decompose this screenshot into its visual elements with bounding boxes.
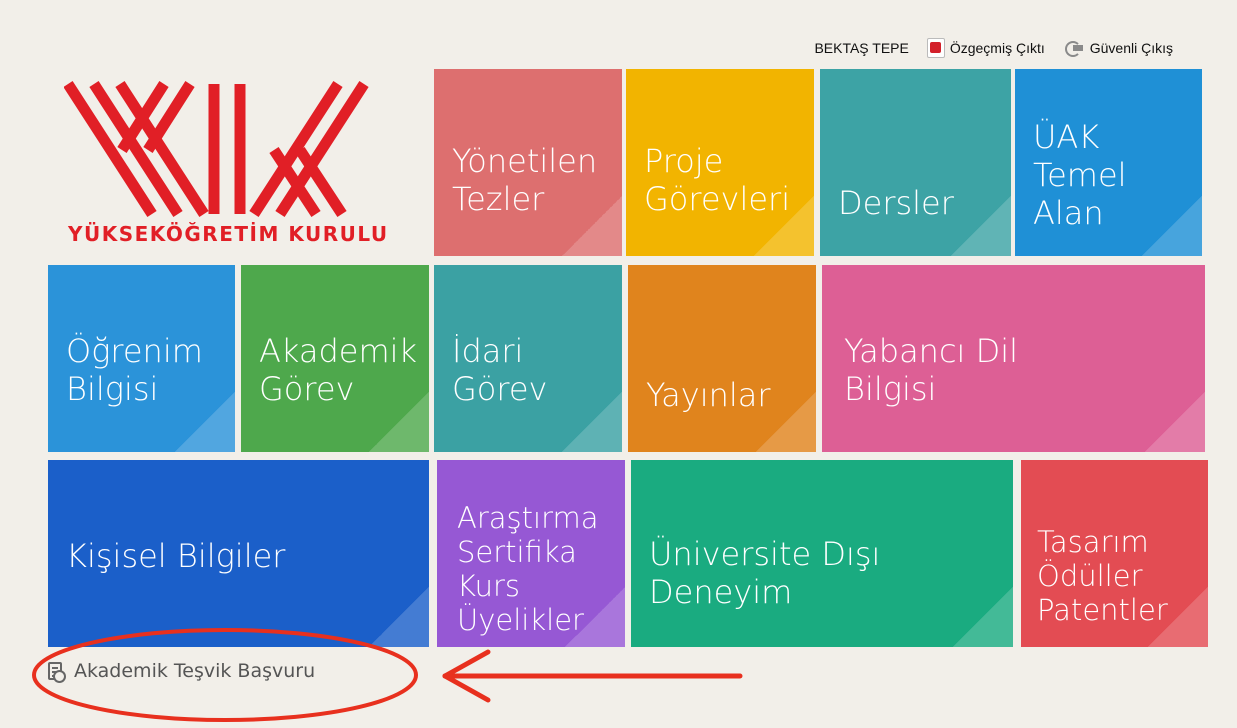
tile-administrative-duty[interactable]: İdari Görev	[434, 265, 622, 452]
application-form-icon	[48, 662, 66, 683]
tile-foreign-language[interactable]: Yabancı Dil Bilgisi	[822, 265, 1205, 452]
tile-external-experience-line2: Deneyim	[649, 573, 793, 611]
tile-education-info-line2: Bilgisi	[66, 370, 159, 408]
tile-research-certificates-line4: Üyelikler	[457, 603, 584, 637]
tile-design-awards-patents[interactable]: Tasarım Ödüller Patentler	[1021, 460, 1208, 647]
tile-administrative-duty-line2: Görev	[452, 370, 548, 408]
cv-output-label: Özgeçmiş Çıktı	[949, 40, 1045, 56]
tile-research-certificates-line2: Sertifika	[457, 535, 577, 569]
tile-foreign-language-line1: Yabancı Dil	[844, 332, 1019, 370]
tile-academic-duty[interactable]: Akademik Görev	[241, 265, 429, 452]
yok-logo: YÜKSEKÖĞRETİM KURULU	[64, 80, 414, 255]
tile-uak-basic-field-line3: Alan	[1033, 194, 1104, 232]
tile-publications-line1: Yayınlar	[646, 376, 771, 414]
academic-incentive-label: Akademik Teşvik Başvuru	[74, 660, 316, 682]
tile-design-awards-patents-line2: Ödüller	[1037, 559, 1143, 593]
tile-uak-basic-field-line1: ÜAK	[1033, 118, 1100, 156]
tile-research-certificates[interactable]: Araştırma Sertifika Kurs Üyelikler	[437, 460, 625, 647]
tile-courses[interactable]: Dersler	[820, 69, 1011, 256]
tile-supervised-theses-line2: Tezler	[452, 180, 545, 218]
tile-research-certificates-line3: Kurs	[457, 569, 520, 603]
top-bar: BEKTAŞ TEPE Özgeçmiş Çıktı Güvenli Çıkış	[814, 38, 1187, 58]
annotation-arrow	[442, 649, 743, 703]
tile-courses-line1: Dersler	[838, 184, 954, 222]
tile-education-info-line1: Öğrenim	[66, 332, 203, 370]
logout-link[interactable]: Güvenli Çıkış	[1064, 40, 1173, 57]
logo-text: YÜKSEKÖĞRETİM KURULU	[68, 222, 389, 246]
tile-supervised-theses-line1: Yönetilen	[452, 142, 598, 180]
tile-academic-duty-line1: Akademik	[259, 332, 418, 370]
tile-publications[interactable]: Yayınlar	[628, 265, 816, 452]
tile-personal-info-line1: Kişisel Bilgiler	[66, 537, 286, 575]
pdf-icon	[926, 38, 945, 58]
tile-project-duties-line2: Görevleri	[644, 180, 791, 218]
tile-education-info[interactable]: Öğrenim Bilgisi	[48, 265, 235, 452]
tile-external-experience[interactable]: Üniversite Dışı Deneyim	[631, 460, 1013, 647]
tile-design-awards-patents-line1: Tasarım	[1037, 525, 1149, 559]
tile-administrative-duty-line1: İdari	[452, 332, 524, 370]
tile-supervised-theses[interactable]: Yönetilen Tezler	[434, 69, 622, 256]
academic-incentive-link[interactable]: Akademik Teşvik Başvuru	[48, 660, 316, 683]
tile-design-awards-patents-line3: Patentler	[1037, 593, 1168, 627]
tile-project-duties-line1: Proje	[644, 142, 724, 180]
tile-research-certificates-line1: Araştırma	[457, 501, 599, 535]
tile-uak-basic-field-line2: Temel	[1033, 156, 1127, 194]
tile-project-duties[interactable]: Proje Görevleri	[626, 69, 814, 256]
tile-foreign-language-line2: Bilgisi	[844, 370, 937, 408]
logout-label: Güvenli Çıkış	[1089, 40, 1173, 56]
yok-logo-mark	[64, 81, 369, 218]
tile-external-experience-line1: Üniversite Dışı	[649, 535, 881, 573]
tile-personal-info[interactable]: Kişisel Bilgiler	[48, 460, 429, 647]
cv-output-link[interactable]: Özgeçmiş Çıktı	[926, 38, 1045, 58]
user-name: BEKTAŞ TEPE	[814, 40, 909, 56]
tile-academic-duty-line2: Görev	[259, 370, 355, 408]
logout-icon	[1064, 40, 1085, 57]
tile-uak-basic-field[interactable]: ÜAK Temel Alan	[1015, 69, 1202, 256]
